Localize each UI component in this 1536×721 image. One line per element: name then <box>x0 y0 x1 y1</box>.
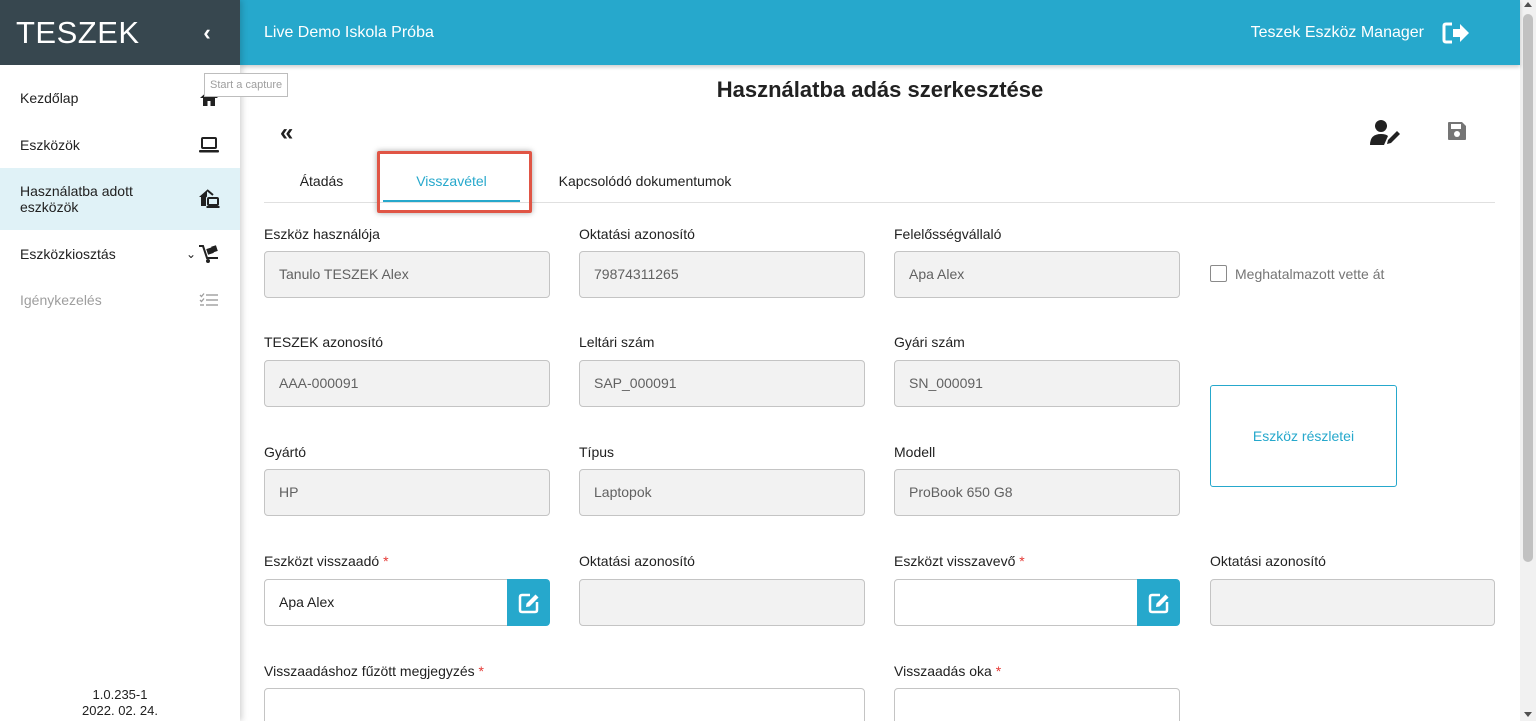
tab-bar: Átadás Visszavétel Kapcsolódó dokumentum… <box>264 160 1495 203</box>
teszek-id-field: AAA-000091 <box>264 360 550 407</box>
inventory-number-field: SAP_000091 <box>579 360 865 407</box>
returner-edit-button[interactable] <box>507 579 550 626</box>
double-chevron-left-icon[interactable]: « <box>280 121 293 145</box>
version-date: 2022. 02. 24. <box>82 703 158 718</box>
sidebar-item-label: Igénykezelés <box>20 292 102 308</box>
house-device-icon <box>198 188 220 210</box>
return-reason-select[interactable] <box>894 688 1180 721</box>
scroll-up-arrow-icon[interactable] <box>1524 2 1532 7</box>
sidebar-item-devices[interactable]: Eszközök <box>0 122 240 168</box>
device-user-field: Tanulo TESZEK Alex <box>264 251 550 298</box>
scroll-thumb[interactable] <box>1523 14 1533 562</box>
tab-related-documents[interactable]: Kapcsolódó dokumentumok <box>540 160 750 202</box>
returner-edu-id-field <box>579 579 865 626</box>
edit-icon <box>1148 593 1168 613</box>
user-role: Teszek Eszköz Manager <box>1250 23 1424 41</box>
page-title: Használatba adás szerkesztése <box>716 77 1044 102</box>
returner-field[interactable]: Apa Alex <box>264 579 508 626</box>
receiver-label-text: Eszközt visszavevő <box>894 553 1016 569</box>
version-info: 1.0.235-1 2022. 02. 24. <box>0 687 240 719</box>
serial-number-label: Gyári szám <box>894 334 965 350</box>
page-scrollbar[interactable] <box>1520 0 1536 721</box>
receiver-edu-id-label: Oktatási azonosító <box>1210 553 1326 569</box>
chevron-down-icon[interactable]: ⌄ <box>186 247 196 261</box>
save-icon[interactable] <box>1447 121 1469 143</box>
sidebar-item-label: Eszközök <box>20 137 80 153</box>
return-note-label: Visszaadáshoz fűzött megjegyzés * <box>264 663 484 679</box>
receiver-edu-id-field <box>1210 579 1495 626</box>
sidebar-item-label: Használatba adott eszközök <box>20 183 133 215</box>
topbar-user-area: Teszek Eszköz Manager <box>1251 21 1496 45</box>
required-mark: * <box>383 553 389 569</box>
teszek-id-label: TESZEK azonosító <box>264 334 384 350</box>
tab-return[interactable]: Visszavétel <box>383 160 520 202</box>
sidebar-item-assigned-devices[interactable]: Használatba adott eszközök <box>0 168 240 230</box>
sidebar-item-distribution[interactable]: Eszközkiosztás ⌄ <box>0 231 240 277</box>
receiver-edit-button[interactable] <box>1137 579 1180 626</box>
manufacturer-field: HP <box>264 469 550 516</box>
responsible-label: Felelősségvállaló <box>894 226 1002 242</box>
type-field: Laptopok <box>579 469 865 516</box>
return-reason-label-text: Visszaadás oka <box>894 663 992 679</box>
return-reason-label: Visszaadás oka * <box>894 663 1001 679</box>
model-field: ProBook 650 G8 <box>894 469 1180 516</box>
chevron-left-icon[interactable]: ‹ <box>196 20 218 46</box>
brand-header: TESZEK ‹ <box>0 0 240 65</box>
receiver-label: Eszközt visszavevő * <box>894 553 1025 569</box>
returner-label: Eszközt visszaadó * <box>264 553 389 569</box>
logout-icon[interactable] <box>1442 21 1472 45</box>
sidebar-item-requests[interactable]: Igénykezelés <box>0 277 240 323</box>
required-mark: * <box>1019 553 1025 569</box>
returner-edu-id-label: Oktatási azonosító <box>579 553 695 569</box>
capture-tooltip: Start a capture <box>204 73 289 97</box>
return-note-textarea[interactable] <box>264 688 865 721</box>
device-details-button[interactable]: Eszköz részletei <box>1210 385 1397 487</box>
edu-id-field: 79874311265 <box>579 251 865 298</box>
scroll-down-arrow-icon[interactable] <box>1524 712 1532 717</box>
type-label: Típus <box>579 444 615 460</box>
top-bar: Live Demo Iskola Próba Teszek Eszköz Man… <box>240 0 1520 65</box>
edit-icon <box>518 593 538 613</box>
edu-id-label: Oktatási azonosító <box>579 226 695 242</box>
hand-truck-icon <box>198 243 220 265</box>
authorized-checkbox-label: Meghatalmazott vette át <box>1235 265 1385 282</box>
school-name: Live Demo Iskola Próba <box>264 23 434 41</box>
sidebar: TESZEK ‹ Kezdőlap Eszközök Használatba a… <box>0 0 240 721</box>
inventory-number-label: Leltári szám <box>579 334 655 350</box>
responsible-field: Apa Alex <box>894 251 1180 298</box>
device-user-label: Eszköz használója <box>264 226 380 242</box>
manufacturer-label: Gyártó <box>264 444 307 460</box>
brand-title: TESZEK <box>16 14 140 50</box>
required-mark: * <box>995 663 1002 679</box>
authorized-checkbox-row[interactable]: Meghatalmazott vette át <box>1210 265 1384 282</box>
tab-handover[interactable]: Átadás <box>264 160 379 202</box>
receiver-field[interactable] <box>894 579 1138 626</box>
version-number: 1.0.235-1 <box>92 687 148 702</box>
person-edit-icon[interactable] <box>1370 119 1402 147</box>
returner-label-text: Eszközt visszaadó <box>264 553 380 569</box>
return-note-label-text: Visszaadáshoz fűzött megjegyzés <box>264 663 475 679</box>
laptop-icon <box>198 134 220 156</box>
sidebar-item-label: Eszközkiosztás <box>20 246 116 262</box>
authorized-checkbox[interactable] <box>1210 265 1227 282</box>
serial-number-field: SN_000091 <box>894 360 1180 407</box>
sidebar-item-label: Kezdőlap <box>20 90 79 106</box>
checklist-icon <box>198 289 220 311</box>
model-label: Modell <box>894 444 936 460</box>
required-mark: * <box>478 663 484 679</box>
